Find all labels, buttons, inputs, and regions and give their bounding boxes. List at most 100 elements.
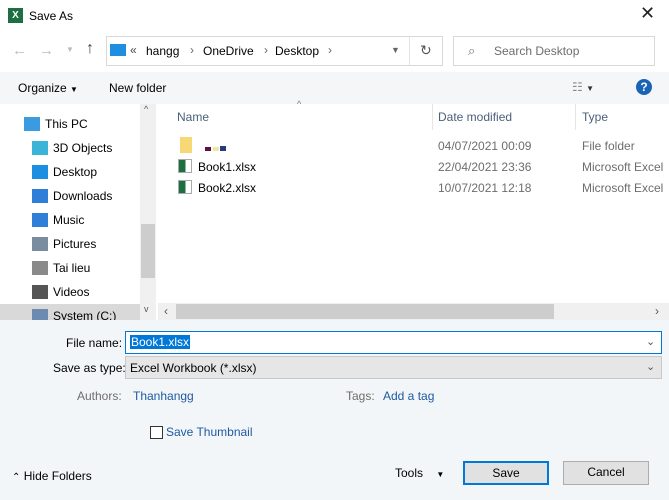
scroll-down-icon[interactable]: v — [144, 304, 149, 314]
refresh-icon[interactable]: ↻ — [420, 42, 432, 59]
sidebar-item-this-pc[interactable]: This PC — [0, 112, 140, 136]
file-type: File folder — [582, 139, 635, 153]
tools-label: Tools — [395, 466, 424, 480]
sidebar-item-3d-objects[interactable]: 3D Objects — [0, 136, 140, 160]
file-row[interactable]: Book2.xlsx 10/07/2021 12:18 Microsoft Ex… — [170, 178, 669, 198]
forward-button[interactable]: → — [39, 42, 54, 59]
excel-file-icon — [178, 159, 192, 173]
file-name: Book1.xlsx — [198, 160, 257, 174]
toolbar — [0, 72, 669, 104]
sidebar-item-label: Downloads — [53, 189, 113, 203]
organize-label: Organize — [18, 81, 67, 95]
divider — [409, 37, 410, 65]
column-date[interactable]: Date modified — [438, 110, 512, 124]
scroll-right-icon[interactable]: › — [655, 304, 659, 318]
column-name[interactable]: Name — [177, 110, 209, 124]
authors-link[interactable]: Thanhangg — [133, 389, 194, 403]
save-button[interactable]: Save — [463, 461, 549, 485]
chevron-down-icon[interactable]: ⌄ — [646, 335, 655, 348]
film-icon — [32, 285, 48, 299]
scroll-left-icon[interactable]: ‹ — [164, 304, 168, 318]
sidebar-item-tai-lieu[interactable]: Tai lieu — [0, 256, 140, 280]
file-name-input[interactable]: Book1.xlsx ⌄ — [125, 331, 662, 354]
tags-link[interactable]: Add a tag — [383, 389, 434, 403]
sidebar-item-label: Pictures — [53, 237, 97, 251]
file-name-value: Book1.xlsx — [130, 335, 191, 349]
excel-icon: X — [8, 8, 23, 23]
close-icon[interactable]: ✕ — [640, 3, 655, 24]
sidebar-item-desktop[interactable]: Desktop — [0, 160, 140, 184]
hide-folders-button[interactable]: ⌃ Hide Folders — [12, 469, 92, 483]
sidebar: This PC 3D Objects Desktop Downloads Music Pi… — [0, 104, 156, 328]
organize-button[interactable]: Organize ▼ — [18, 81, 78, 95]
save-type-select[interactable]: Excel Workbook (*.xlsx) ⌄ — [125, 356, 662, 379]
folder-icon — [180, 137, 192, 153]
computer-icon — [110, 44, 126, 56]
breadcrumb-onedrive[interactable]: OneDrive — [203, 44, 254, 58]
search-box[interactable]: ⌕ Search Desktop — [453, 36, 655, 66]
address-bar[interactable]: « hangg › OneDrive › Desktop › ▼ ↻ — [106, 36, 443, 66]
save-type-value: Excel Workbook (*.xlsx) — [130, 361, 257, 375]
scroll-thumb[interactable] — [141, 224, 155, 278]
sidebar-scrollbar[interactable]: ^ v — [140, 104, 156, 320]
scroll-up-icon[interactable]: ^ — [144, 104, 148, 114]
tags-label: Tags: — [346, 389, 375, 403]
tools-button[interactable]: Tools ▼ — [395, 466, 444, 480]
search-input[interactable]: Search Desktop — [494, 44, 579, 58]
cube-icon — [32, 141, 48, 155]
save-thumbnail-label[interactable]: Save Thumbnail — [166, 425, 253, 439]
document-icon — [32, 261, 48, 275]
back-button[interactable]: ← — [12, 42, 27, 59]
column-type[interactable]: Type — [582, 110, 608, 124]
divider — [575, 104, 576, 130]
up-button[interactable]: ↑ — [86, 40, 94, 58]
file-type: Microsoft Excel — [582, 181, 664, 195]
window-title: Save As — [29, 9, 74, 23]
sidebar-item-label: Music — [53, 213, 85, 227]
sidebar-item-pictures[interactable]: Pictures — [0, 232, 140, 256]
scroll-thumb[interactable] — [176, 304, 554, 319]
sidebar-item-downloads[interactable]: Downloads — [0, 184, 140, 208]
chevron-up-icon: ⌃ — [12, 472, 21, 483]
music-note-icon — [32, 213, 48, 227]
computer-icon — [24, 117, 40, 131]
help-button[interactable]: ? — [636, 79, 652, 95]
new-folder-button[interactable]: New folder — [109, 81, 166, 95]
save-thumbnail-checkbox[interactable] — [150, 426, 163, 439]
recent-dropdown-icon[interactable]: ▼ — [66, 45, 74, 54]
sidebar-item-label: This PC — [45, 117, 88, 131]
file-row[interactable]: Book1.xlsx 22/04/2021 23:36 Microsoft Ex… — [170, 157, 669, 177]
save-type-label: Save as type: — [53, 361, 126, 375]
chevron-right-icon: › — [190, 43, 194, 57]
sort-up-icon: ^ — [297, 99, 302, 109]
file-date: 22/04/2021 23:36 — [438, 160, 532, 174]
hide-folders-label: Hide Folders — [23, 469, 92, 483]
sidebar-item-label: 3D Objects — [53, 141, 113, 155]
view-options-icon[interactable]: ☷ ▼ — [572, 80, 594, 94]
breadcrumb-overflow[interactable]: « — [130, 43, 137, 57]
breadcrumb-desktop[interactable]: Desktop — [275, 44, 319, 58]
sidebar-item-videos[interactable]: Videos — [0, 280, 140, 304]
sidebar-item-label: Videos — [53, 285, 90, 299]
chevron-down-icon: ⌄ — [646, 361, 656, 373]
file-row[interactable]: 04/07/2021 00:09 File folder — [170, 136, 669, 156]
pictures-icon — [32, 237, 48, 251]
folder-name-redacted — [205, 147, 211, 151]
file-date: 10/07/2021 12:18 — [438, 181, 532, 195]
folder-name-redacted — [213, 147, 219, 151]
download-arrow-icon — [32, 189, 48, 203]
authors-label: Authors: — [77, 389, 122, 403]
file-date: 04/07/2021 00:09 — [438, 139, 532, 153]
cancel-button[interactable]: Cancel — [563, 461, 649, 485]
folder-name-redacted — [220, 146, 226, 151]
breadcrumb-hangg[interactable]: hangg — [146, 44, 179, 58]
file-name: Book2.xlsx — [198, 181, 257, 195]
divider — [432, 104, 433, 130]
horizontal-scrollbar[interactable]: ‹ › — [158, 303, 669, 320]
sidebar-item-music[interactable]: Music — [0, 208, 140, 232]
address-dropdown-icon[interactable]: ▼ — [391, 45, 400, 55]
desktop-icon — [32, 165, 48, 179]
chevron-right-icon: › — [264, 43, 268, 57]
excel-file-icon — [178, 180, 192, 194]
search-icon: ⌕ — [468, 43, 476, 58]
